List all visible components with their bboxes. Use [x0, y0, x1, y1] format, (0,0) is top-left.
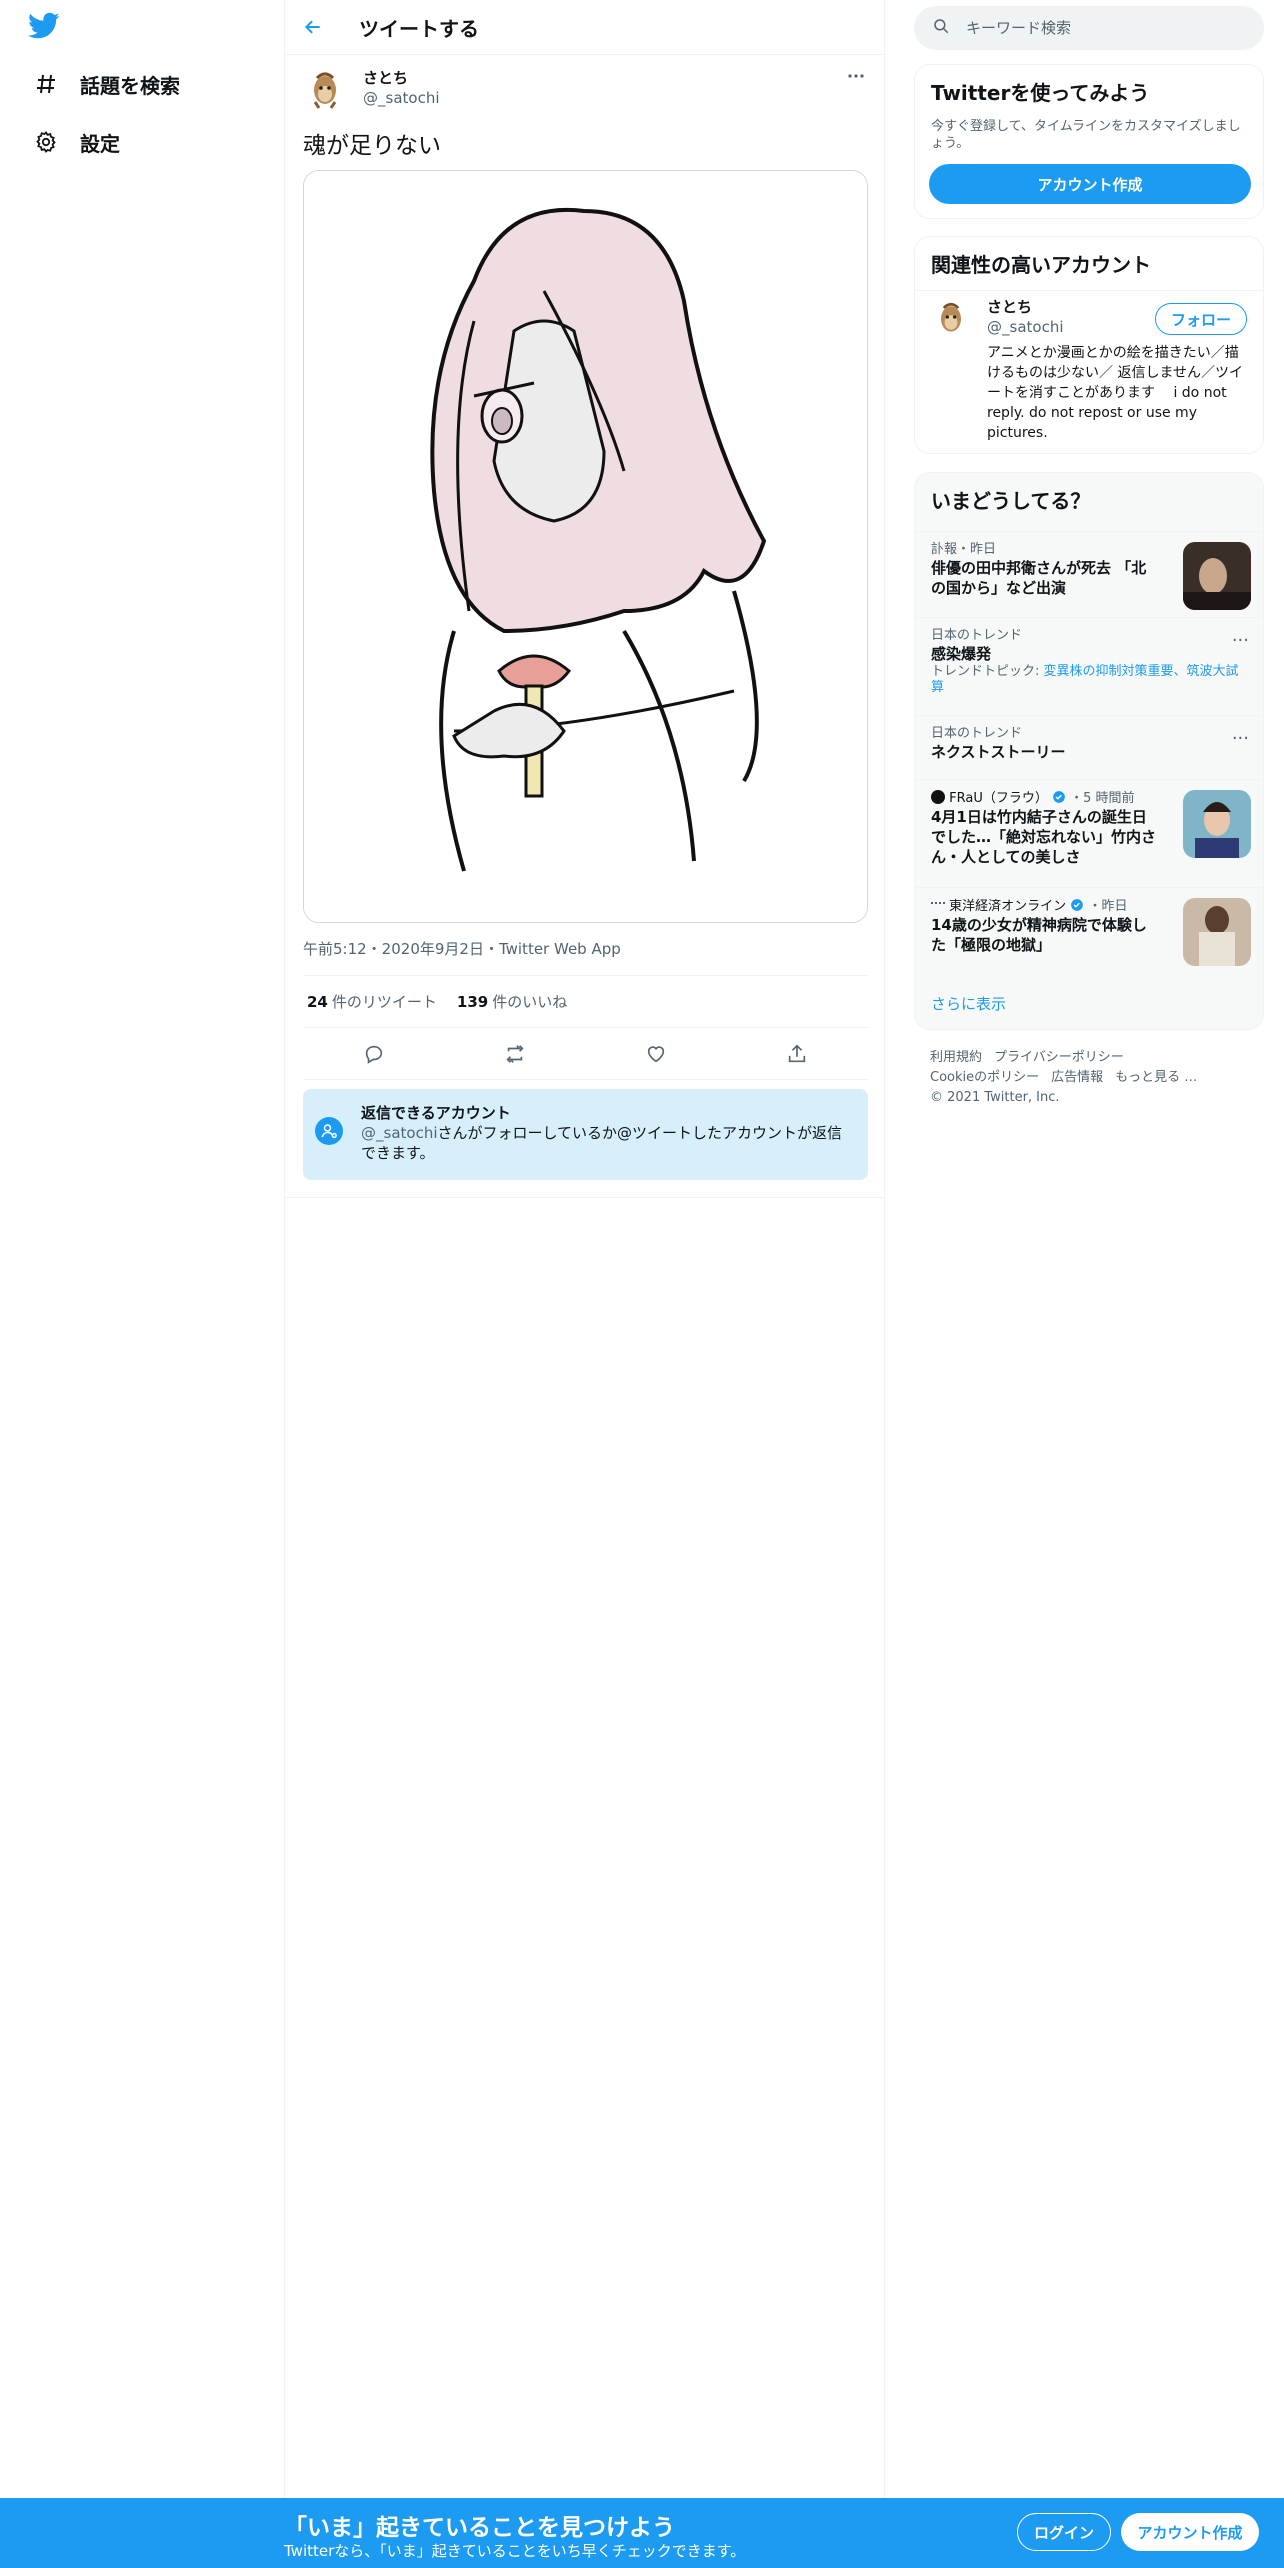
trend-item[interactable]: 訃報・昨日 俳優の田中邦衛さんが死去 「北の国から」など出演: [915, 531, 1265, 617]
news-title: 14歳の少女が精神病院で体験した「極限の地獄」: [931, 916, 1147, 954]
trend-item[interactable]: 日本のトレンド ネクストストーリー ···: [915, 715, 1265, 779]
news-time: ・5 時間前: [1070, 791, 1135, 806]
tweet-timestamp[interactable]: 午前5:12・2020年9月2日・Twitter Web App: [303, 938, 621, 959]
more-options-icon[interactable]: ···: [1232, 728, 1249, 749]
trend-title: 俳優の田中邦衛さんが死去 「北の国から」など出演: [931, 559, 1147, 597]
retweets-stat[interactable]: 24 件のリツイート: [307, 991, 437, 1012]
signup-banner: 「いま」起きていることを見つけよう Twitterなら、「いま」起きていることを…: [0, 2498, 1284, 2568]
news-thumbnail: [1183, 790, 1251, 858]
heart-icon[interactable]: [643, 1041, 669, 1067]
trend-thumbnail: [1183, 542, 1251, 610]
signup-card-desc: 今すぐ登録して、タイムラインをカスタマイズしましょう。: [931, 119, 1241, 151]
retweets-count: 24: [307, 993, 328, 1011]
reply-notice-body: @_satochiさんがフォローしているか@ツイートしたアカウントが返信できます…: [361, 1123, 856, 1163]
source-logo: [931, 790, 945, 804]
author-handle[interactable]: @_satochi: [363, 88, 440, 108]
page-header: ツイートする: [285, 0, 884, 55]
news-title: 4月1日は竹内結子さんの誕生日でした…「絶対忘れない」竹内さん・人としての美しさ: [931, 808, 1157, 866]
trend-meta: 日本のトレンド: [931, 628, 1023, 643]
nav-item-label: 話題を検索: [80, 73, 180, 98]
likes-stat[interactable]: 139 件のいいね: [457, 991, 567, 1012]
footer-link-cookies[interactable]: Cookieのポリシー: [930, 1070, 1039, 1085]
footer-links: 利用規約 プライバシーポリシー Cookieのポリシー 広告情報 もっと見る … © …: [930, 1048, 1260, 1108]
signup-card-title: Twitterを使ってみよう: [931, 81, 1150, 105]
reply-restriction-notice: 返信できるアカウント @_satochiさんがフォローしているか@ツイートしたア…: [303, 1089, 868, 1180]
news-source: 東洋経済オンライン: [949, 899, 1067, 914]
main-column: ツイートする さとち @_satochi 魂が足りない 午前5:12・2020年…: [284, 0, 885, 2498]
banner-title: 「いま」起きていることを見つけよう: [284, 2515, 675, 2541]
nav-item-settings[interactable]: 設定: [32, 122, 120, 162]
trend-title: 感染爆発: [931, 645, 992, 663]
tweet-text: 魂が足りない: [303, 133, 441, 159]
trend-topic: トレンドトピック: 変異株の抑制対策重要、筑波大試算: [931, 664, 1249, 696]
trend-topic-prefix: トレンドトピック:: [931, 664, 1044, 679]
news-item[interactable]: FRaU（フラウ） ・5 時間前 4月1日は竹内結子さんの誕生日でした…「絶対忘…: [915, 779, 1265, 887]
copyright: © 2021 Twitter, Inc.: [930, 1090, 1060, 1105]
related-card-title: 関連性の高いアカウント: [915, 237, 1263, 291]
likes-count: 139: [456, 993, 489, 1011]
reply-notice-title: 返信できるアカウント: [361, 1104, 511, 1122]
search-icon: [932, 17, 950, 39]
avatar[interactable]: [303, 66, 347, 110]
tweet-author[interactable]: さとち @_satochi: [303, 66, 440, 110]
signup-button[interactable]: アカウント作成: [1121, 2513, 1259, 2551]
related-accounts-card: 関連性の高いアカウント さとち @_satochi アニメとか漫画とかの絵を描き…: [914, 236, 1264, 454]
share-icon[interactable]: [784, 1041, 810, 1067]
footer-link-privacy[interactable]: プライバシーポリシー: [994, 1050, 1124, 1065]
trend-title: ネクストストーリー: [931, 743, 1066, 761]
footer-link-terms[interactable]: 利用規約: [930, 1050, 982, 1065]
arrow-left-icon[interactable]: [303, 14, 329, 40]
likes-label: 件のいいね: [492, 993, 568, 1011]
trends-card: いまどうしてる？ 訃報・昨日 俳優の田中邦衛さんが死去 「北の国から」など出演 …: [914, 472, 1265, 1030]
account-bio: アニメとか漫画とかの絵を描きたい／描けるものは少ない／ 返信しません／ツイートを…: [987, 345, 1244, 441]
follow-button[interactable]: フォロー: [1155, 303, 1247, 335]
retweet-icon[interactable]: [502, 1041, 528, 1067]
source-logo: [931, 902, 945, 908]
divider: [285, 1197, 885, 1198]
search-bar[interactable]: [914, 6, 1264, 50]
trend-meta: 日本のトレンド: [931, 726, 1023, 741]
nav-item-explore[interactable]: 話題を検索: [32, 64, 180, 104]
illustration: [304, 171, 867, 922]
hashtag-icon: [32, 70, 60, 98]
trends-card-title: いまどうしてる？: [931, 489, 1091, 513]
reply-icon[interactable]: [361, 1041, 387, 1067]
gear-icon: [32, 128, 60, 156]
footer-link-more[interactable]: もっと見る …: [1115, 1070, 1197, 1085]
search-input[interactable]: [966, 19, 1226, 37]
left-nav: 話題を検索 設定: [0, 0, 284, 2498]
news-source: FRaU（フラウ）: [949, 791, 1048, 806]
login-button[interactable]: ログイン: [1017, 2513, 1111, 2551]
banner-subtitle: Twitterなら、「いま」起きていることをいち早くチェックできます。: [284, 2542, 746, 2560]
footer-link-ads[interactable]: 広告情報: [1051, 1070, 1103, 1085]
retweets-label: 件のリツイート: [331, 993, 437, 1011]
person-at-icon: [315, 1117, 343, 1145]
more-options-icon[interactable]: [846, 66, 866, 86]
page-title: ツイートする: [359, 16, 479, 41]
create-account-button[interactable]: アカウント作成: [929, 164, 1251, 204]
news-item[interactable]: 東洋経済オンライン ・昨日 14歳の少女が精神病院で体験した「極限の地獄」: [915, 887, 1265, 983]
verified-icon: [1052, 791, 1066, 806]
author-name[interactable]: さとち: [363, 68, 440, 88]
more-options-icon[interactable]: ···: [1232, 630, 1249, 651]
avatar[interactable]: [931, 297, 971, 337]
verified-icon: [1070, 899, 1084, 914]
reply-notice-handle[interactable]: @_satochi: [361, 1124, 438, 1142]
tweet-image[interactable]: [303, 170, 868, 923]
news-time: ・昨日: [1088, 899, 1128, 914]
signup-card: Twitterを使ってみよう 今すぐ登録して、タイムラインをカスタマイズしましょ…: [914, 64, 1264, 219]
trend-item[interactable]: 日本のトレンド 感染爆発 トレンドトピック: 変異株の抑制対策重要、筑波大試算 …: [915, 617, 1265, 715]
show-more-link[interactable]: さらに表示: [931, 993, 1006, 1014]
twitter-bird-icon[interactable]: [28, 12, 64, 42]
nav-item-label: 設定: [80, 131, 120, 156]
news-thumbnail: [1183, 898, 1251, 966]
tweet-stats: 24 件のリツイート 139 件のいいね: [303, 975, 868, 1028]
tweet-actions: [303, 1028, 868, 1080]
